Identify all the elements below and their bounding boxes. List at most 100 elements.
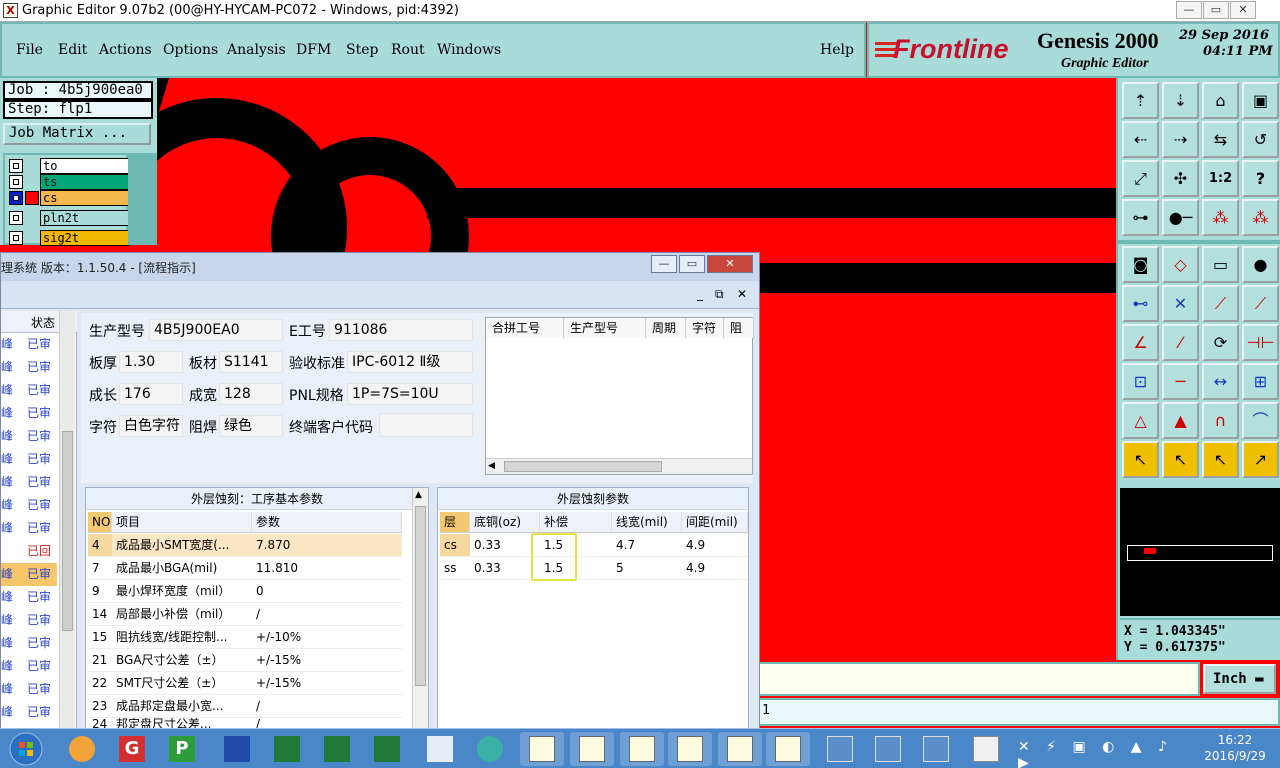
- menu-edit[interactable]: Edit: [58, 42, 87, 58]
- layer-to[interactable]: to: [8, 158, 130, 174]
- snap-icon[interactable]: ⊶: [1122, 199, 1159, 236]
- scroll-up-arrow[interactable]: ▲: [415, 490, 422, 500]
- record-row[interactable]: 峰已审: [1, 356, 57, 379]
- pointer-select-icon[interactable]: ↖: [1162, 441, 1199, 478]
- net-select-icon[interactable]: ⁂: [1242, 199, 1279, 236]
- arc-icon[interactable]: ⟳: [1202, 324, 1239, 361]
- scroll-thumb[interactable]: [415, 506, 426, 686]
- record-row[interactable]: 峰已审: [1, 632, 57, 655]
- angle-icon[interactable]: ∠: [1122, 324, 1159, 361]
- taskbar-shell-icon[interactable]: [60, 732, 104, 766]
- taskbar-genesis-window-icon[interactable]: [520, 732, 564, 766]
- menu-options[interactable]: Options: [163, 42, 218, 58]
- cross-icon[interactable]: ✕: [1162, 285, 1199, 322]
- line-end-icon[interactable]: ⟋: [1242, 285, 1279, 322]
- swap-icon[interactable]: ⇆: [1202, 121, 1239, 158]
- start-button[interactable]: [4, 731, 48, 767]
- move-icon[interactable]: ⊡: [1122, 363, 1159, 400]
- circle-icon[interactable]: ●: [1242, 246, 1279, 283]
- taskbar-genesis-window-icon[interactable]: [718, 732, 762, 766]
- col-header-spacing[interactable]: 间距(mil): [682, 512, 748, 533]
- layer-cs[interactable]: cs: [8, 190, 130, 206]
- customer-code-field[interactable]: [379, 413, 473, 437]
- length-field[interactable]: 176: [119, 383, 183, 405]
- dialog-minimize-button[interactable]: —: [651, 255, 677, 273]
- record-row[interactable]: 峰已审: [1, 701, 57, 724]
- zoom-out-icon[interactable]: ⤢: [1122, 160, 1159, 197]
- scroll-left-arrow[interactable]: ◀: [488, 461, 495, 471]
- mdi-minimize-button[interactable]: _: [697, 287, 703, 301]
- solder-mask-field[interactable]: 绿色: [219, 415, 283, 437]
- pad-icon[interactable]: ◙: [1122, 246, 1159, 283]
- record-row[interactable]: 峰已审: [1, 471, 57, 494]
- diagonal-icon[interactable]: ⁄: [1162, 324, 1199, 361]
- help-question-icon[interactable]: ?: [1242, 160, 1279, 197]
- mirror-icon[interactable]: ⊣⊢: [1242, 324, 1279, 361]
- record-row[interactable]: 峰已审: [1, 333, 57, 356]
- menu-step[interactable]: Step: [346, 42, 378, 58]
- restore-button[interactable]: ▭: [1203, 1, 1229, 19]
- home-icon[interactable]: ⌂: [1202, 82, 1239, 119]
- pan-left-icon[interactable]: ⇠: [1122, 121, 1159, 158]
- combine-col-header[interactable]: 合拼工号: [486, 318, 564, 338]
- arch-icon[interactable]: ∩: [1202, 402, 1239, 439]
- record-row[interactable]: 峰已审: [1, 448, 57, 471]
- standard-field[interactable]: IPC-6012 Ⅱ级: [347, 351, 473, 373]
- dash-icon[interactable]: ─: [1162, 363, 1199, 400]
- taskbar-disc-icon[interactable]: [468, 732, 512, 766]
- line-point-icon[interactable]: ⟋: [1202, 285, 1239, 322]
- taskbar-genesis-window-icon[interactable]: [668, 732, 712, 766]
- pan-up-icon[interactable]: ⇡: [1122, 82, 1159, 119]
- layer-checkbox[interactable]: [9, 175, 23, 189]
- layer-pln2t[interactable]: pln2t: [8, 210, 130, 226]
- mdi-restore-button[interactable]: ⧉: [715, 287, 724, 302]
- zoom-window-icon[interactable]: ▣: [1242, 82, 1279, 119]
- scroll-thumb[interactable]: [62, 431, 73, 631]
- record-row[interactable]: 已回: [1, 540, 57, 563]
- record-row[interactable]: 峰已审: [1, 655, 57, 678]
- col-header-line-width[interactable]: 线宽(mil): [612, 512, 682, 533]
- combine-col-header[interactable]: 阻焊: [724, 318, 754, 338]
- combine-col-header[interactable]: 周期: [646, 318, 686, 338]
- record-row-selected[interactable]: 峰已审: [1, 563, 57, 586]
- scroll-thumb[interactable]: [504, 461, 662, 472]
- net-highlight-icon[interactable]: ⁂: [1202, 199, 1239, 236]
- close-button[interactable]: ✕: [1230, 1, 1256, 19]
- menu-dfm[interactable]: DFM: [296, 42, 331, 58]
- menu-help[interactable]: Help: [820, 42, 854, 58]
- taskbar-genesis-window-icon[interactable]: [766, 732, 810, 766]
- units-button[interactable]: Inch ▬: [1203, 664, 1276, 694]
- model-field[interactable]: 4B5J900EA0: [149, 319, 283, 341]
- layer-checkbox[interactable]: [9, 159, 23, 173]
- layer-sig2t[interactable]: sig2t: [8, 230, 130, 246]
- pan-right-icon[interactable]: ⇢: [1162, 121, 1199, 158]
- overview-map[interactable]: [1120, 488, 1280, 616]
- select-rect-icon[interactable]: ◇: [1162, 246, 1199, 283]
- job-matrix-button[interactable]: Job Matrix ...: [3, 123, 151, 145]
- group-icon[interactable]: ⊞: [1242, 363, 1279, 400]
- col-header-param[interactable]: 参数: [252, 512, 402, 533]
- char-field[interactable]: 白色字符: [119, 415, 183, 437]
- taskbar-notepad-icon[interactable]: [418, 732, 462, 766]
- triangle-alt-icon[interactable]: ▲: [1162, 402, 1199, 439]
- taskbar-excel-icon[interactable]: [265, 732, 309, 766]
- taskbar-save-icon[interactable]: [215, 732, 259, 766]
- taskbar-document-icon[interactable]: [964, 732, 1008, 766]
- material-field[interactable]: S1141: [219, 351, 283, 373]
- pan-down-icon[interactable]: ⇣: [1162, 82, 1199, 119]
- menu-file[interactable]: File: [16, 42, 43, 58]
- thickness-field[interactable]: 1.30: [119, 351, 183, 373]
- taskbar-excel-icon[interactable]: [315, 732, 359, 766]
- zoom-in-icon[interactable]: ✣: [1162, 160, 1199, 197]
- pnl-field[interactable]: 1P=7S=10U: [347, 383, 473, 405]
- ruler-icon[interactable]: ▭: [1202, 246, 1239, 283]
- record-row[interactable]: 峰已审: [1, 379, 57, 402]
- tray-icons[interactable]: ✕ ⚡ ▣ ◐ ▲ ♪ ▶: [1018, 739, 1188, 768]
- menu-rout[interactable]: Rout: [391, 42, 425, 58]
- measure-icon[interactable]: ●─: [1162, 199, 1199, 236]
- dialog-maximize-button[interactable]: ▭: [679, 255, 705, 273]
- dimension-icon[interactable]: ↔: [1202, 363, 1239, 400]
- combine-col-header[interactable]: 生产型号: [564, 318, 646, 338]
- record-row[interactable]: 峰已审: [1, 609, 57, 632]
- menu-analysis[interactable]: Analysis: [227, 42, 286, 58]
